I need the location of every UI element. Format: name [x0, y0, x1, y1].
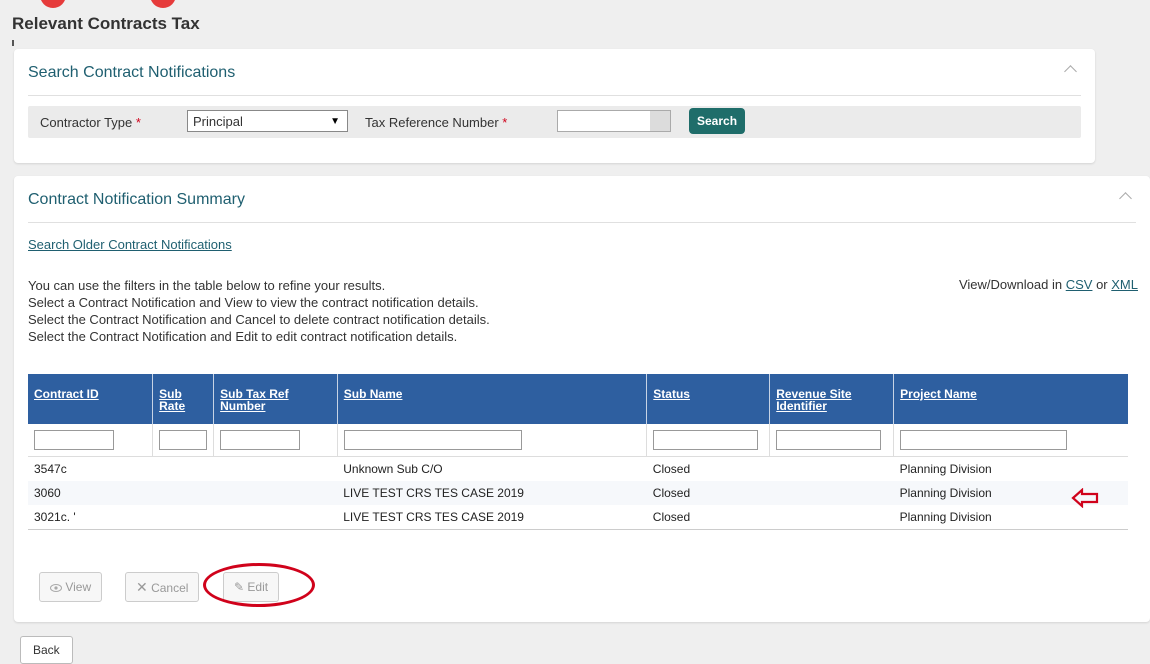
- annotation-circle: [203, 563, 315, 607]
- required-mark: *: [502, 115, 508, 130]
- filter-contract-id[interactable]: [34, 430, 114, 450]
- arrow-left-icon: [1071, 488, 1099, 508]
- filter-project-name[interactable]: [900, 430, 1068, 450]
- filter-sub-name[interactable]: [343, 430, 522, 450]
- cell-sub-tax-ref: [214, 505, 338, 530]
- search-panel-header[interactable]: Search Contract Notifications: [28, 49, 1081, 96]
- filter-sub-tax-ref[interactable]: [220, 430, 301, 450]
- csv-link[interactable]: CSV: [1066, 277, 1093, 292]
- col-revenue-site[interactable]: Revenue Site Identifier: [769, 374, 895, 424]
- cell-contract-id: 3021с. ': [34, 510, 76, 524]
- col-sub-rate[interactable]: Sub Rate: [152, 374, 215, 424]
- cell-sub-rate: [153, 505, 214, 530]
- download-or: or: [1096, 277, 1108, 292]
- cell-sub-rate: [153, 457, 214, 482]
- instruction-line: Select the Contract Notification and Edi…: [28, 329, 458, 344]
- cell-sub-name: Unknown Sub C/O: [343, 462, 443, 476]
- view-button-label: View: [65, 580, 92, 594]
- chevron-up-icon[interactable]: [1119, 192, 1132, 205]
- cell-status: Closed: [652, 510, 691, 524]
- page-title: Relevant Contracts Tax: [12, 14, 200, 33]
- tax-reference-input[interactable]: [557, 110, 671, 132]
- cell-sub-rate: [152, 481, 214, 505]
- filter-row: [28, 424, 1128, 457]
- search-panel-title: Search Contract Notifications: [28, 64, 236, 81]
- col-label: Contract ID: [34, 387, 99, 401]
- col-sub-tax-ref[interactable]: Sub Tax Ref Number: [213, 374, 338, 424]
- cell-contract-id: 3547с: [34, 462, 67, 476]
- instruction-line: Select a Contract Notification and View …: [28, 295, 479, 310]
- instruction-line: Select the Contract Notification and Can…: [28, 312, 490, 327]
- view-button[interactable]: View: [39, 572, 103, 602]
- required-mark: *: [135, 115, 141, 130]
- search-bar: Contractor Type * Principal ▼ Tax Refere…: [28, 106, 1081, 138]
- col-label: Status: [653, 387, 690, 401]
- instruction-line: You can use the filters in the table bel…: [28, 278, 386, 293]
- cell-project-name: Planning Division: [899, 510, 992, 524]
- cancel-button[interactable]: ✕ Cancel: [125, 572, 200, 602]
- chevron-up-icon[interactable]: [1064, 65, 1077, 78]
- download-prefix: View/Download in: [958, 277, 1063, 292]
- contractor-type-label: Contractor Type *: [40, 115, 141, 130]
- col-label: Identifier: [776, 399, 827, 413]
- cell-sub-tax-ref: [214, 457, 338, 482]
- cell-status: Closed: [646, 481, 770, 505]
- back-button[interactable]: Back: [20, 636, 73, 664]
- contract-table: Contract ID Sub Rate Sub Tax Ref Number Su…: [28, 374, 1128, 530]
- input-end-cap: [650, 111, 670, 131]
- col-project-name[interactable]: Project Name: [893, 374, 1128, 424]
- cell-contract-id: 3060: [28, 481, 153, 505]
- filter-revenue-site[interactable]: [776, 430, 882, 450]
- contractor-type-value: Principal: [193, 114, 243, 129]
- cancel-button-label: Cancel: [151, 581, 189, 595]
- search-panel: Search Contract Notifications Contractor…: [14, 49, 1095, 163]
- search-button[interactable]: Search: [689, 108, 746, 134]
- xml-link[interactable]: XML: [1111, 277, 1138, 292]
- table-row[interactable]: 3021с. ' LIVE TEST CRS TES CASE 2019 Clo…: [28, 505, 1128, 530]
- tax-ref-label-text: Tax Reference Number: [365, 115, 499, 130]
- col-label: Number: [220, 399, 266, 413]
- table-row[interactable]: 3547с Unknown Sub C/O Closed Planning Di…: [28, 457, 1128, 482]
- cell-sub-name: LIVE TEST CRS TES CASE 2019: [337, 481, 647, 505]
- search-older-link[interactable]: Search Older Contract Notifications: [28, 237, 232, 252]
- summary-panel-title: Contract Notification Summary: [28, 191, 245, 208]
- col-contract-id[interactable]: Contract ID: [28, 374, 154, 424]
- contractor-type-label-text: Contractor Type: [40, 115, 133, 130]
- table-row[interactable]: 3060 LIVE TEST CRS TES CASE 2019 Closed …: [28, 481, 1128, 505]
- col-status[interactable]: Status: [646, 374, 771, 424]
- caret-down-icon: ▼: [330, 116, 340, 127]
- cell-sub-tax-ref: [213, 481, 338, 505]
- filter-status[interactable]: [653, 430, 759, 450]
- col-label: Project Name: [900, 387, 977, 401]
- logo-fragment: [40, 0, 220, 12]
- filter-sub-rate[interactable]: [159, 430, 208, 450]
- cell-project-name: Planning Division: [899, 462, 992, 476]
- x-icon: ✕: [136, 579, 148, 595]
- eye-icon: [50, 583, 62, 592]
- cell-sub-name: LIVE TEST CRS TES CASE 2019: [343, 510, 524, 524]
- tax-ref-label: Tax Reference Number *: [365, 115, 507, 130]
- download-links: View/Download in CSV or XML: [959, 277, 1138, 292]
- cell-revenue-site: [770, 457, 894, 482]
- cell-revenue-site: [769, 481, 894, 505]
- instructions: You can use the filters in the table bel…: [28, 277, 490, 345]
- table-header-row: Contract ID Sub Rate Sub Tax Ref Number Su…: [28, 374, 1128, 424]
- contractor-type-select[interactable]: Principal ▼: [187, 110, 348, 132]
- cell-status: Closed: [652, 462, 691, 476]
- summary-panel-header[interactable]: Contract Notification Summary: [28, 176, 1136, 223]
- cell-revenue-site: [770, 505, 894, 530]
- col-sub-name[interactable]: Sub Name: [337, 374, 648, 424]
- stray-mark: [12, 40, 14, 46]
- col-label: Sub Name: [343, 387, 403, 401]
- col-label: Rate: [159, 399, 186, 413]
